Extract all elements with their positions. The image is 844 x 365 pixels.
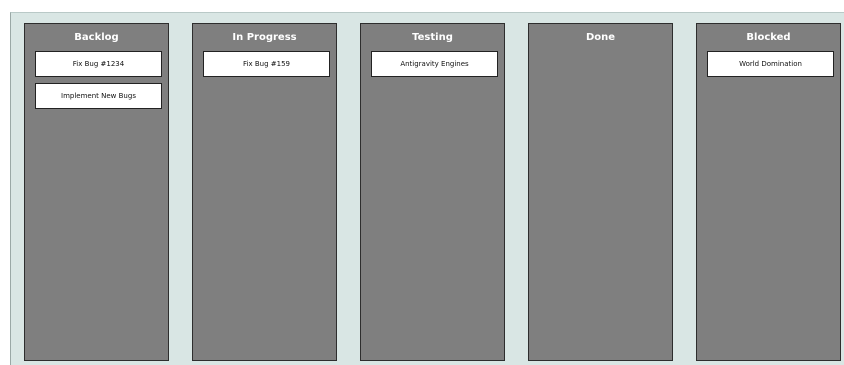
- column-title-done: Done: [585, 32, 616, 43]
- column-title-blocked: Blocked: [746, 32, 791, 43]
- column-in-progress: In Progress Fix Bug #159: [192, 23, 337, 361]
- column-title-backlog: Backlog: [74, 32, 119, 43]
- column-backlog: Backlog Fix Bug #1234 Implement New Bugs: [24, 23, 169, 361]
- card[interactable]: Fix Bug #1234: [35, 51, 162, 77]
- column-testing: Testing Antigravity Engines: [360, 23, 505, 361]
- column-done: Done: [528, 23, 673, 361]
- column-blocked: Blocked World Domination: [696, 23, 841, 361]
- card[interactable]: World Domination: [707, 51, 834, 77]
- card[interactable]: Fix Bug #159: [203, 51, 330, 77]
- column-title-testing: Testing: [412, 32, 453, 43]
- kanban-board: Backlog Fix Bug #1234 Implement New Bugs…: [10, 12, 844, 365]
- card[interactable]: Implement New Bugs: [35, 83, 162, 109]
- card[interactable]: Antigravity Engines: [371, 51, 498, 77]
- column-title-in-progress: In Progress: [232, 32, 297, 43]
